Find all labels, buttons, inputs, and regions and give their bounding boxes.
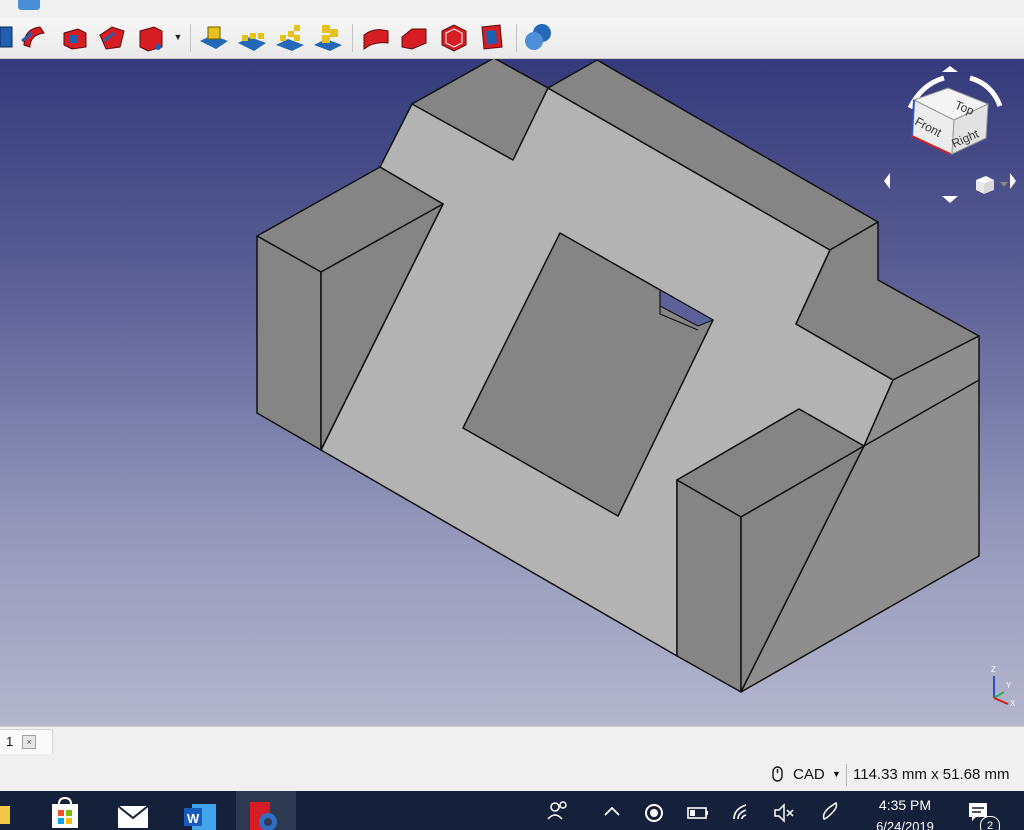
- mouse-icon: [772, 766, 783, 782]
- arrow-left-icon: [884, 173, 890, 189]
- lattice-tool-4-icon[interactable]: [312, 21, 344, 53]
- primitives-icon[interactable]: [136, 21, 168, 53]
- part-tool-partial-icon[interactable]: [0, 21, 18, 53]
- extrude-icon[interactable]: [58, 21, 90, 53]
- part-toolbar: ▼: [0, 18, 1024, 59]
- tab-label: 1: [6, 734, 14, 749]
- arrow-right-icon: [1010, 173, 1016, 189]
- window-icon: [18, 0, 40, 10]
- lattice-tool-2-icon[interactable]: [236, 21, 268, 53]
- axis-x-label: X: [1010, 699, 1016, 708]
- menu-bar-fragment: [0, 0, 1024, 18]
- revolve-icon[interactable]: [18, 21, 50, 53]
- arrow-up-icon: [942, 66, 958, 72]
- boolean-icon[interactable]: [522, 21, 554, 53]
- primitives-dropdown-icon[interactable]: ▼: [173, 32, 183, 42]
- status-bar: CAD ▼ 114.33 mm x 51.68 mm: [0, 757, 1024, 791]
- sweep-icon[interactable]: [96, 21, 128, 53]
- axis-z-label: Z: [991, 665, 996, 674]
- wifi-icon[interactable]: [730, 799, 754, 823]
- clock-date[interactable]: 6/24/2019: [868, 819, 942, 830]
- 3d-viewport[interactable]: Top Front Right z Z Y X: [0, 59, 1024, 726]
- people-icon[interactable]: [546, 799, 570, 823]
- offset-icon[interactable]: [438, 21, 470, 53]
- solid-model[interactable]: [0, 59, 1024, 726]
- right-block-front: [676, 479, 742, 693]
- left-block-front: [256, 235, 322, 451]
- dimensions-readout: 114.33 mm x 51.68 mm: [853, 766, 1010, 783]
- notification-count-badge: 2: [980, 816, 1000, 830]
- volume-muted-icon[interactable]: [772, 799, 796, 823]
- svg-text:z: z: [906, 97, 910, 106]
- freecad-icon[interactable]: [242, 794, 288, 830]
- fillet-icon[interactable]: [360, 21, 392, 53]
- record-icon[interactable]: [642, 799, 666, 823]
- clock-time[interactable]: 4:35 PM: [868, 797, 942, 813]
- document-tab-bar: 1 ×: [0, 726, 1024, 757]
- navigation-cube[interactable]: Top Front Right z: [880, 66, 1020, 211]
- chamfer-icon[interactable]: [398, 21, 430, 53]
- arrow-down-icon: [942, 196, 958, 203]
- axis-y-label: Y: [1006, 681, 1012, 690]
- chevron-up-icon[interactable]: [600, 799, 624, 823]
- thickness-icon[interactable]: [476, 21, 508, 53]
- mail-icon[interactable]: [110, 794, 156, 830]
- windows-taskbar: W 4:35 PM 6/24/2019 2: [0, 791, 1024, 830]
- store-icon[interactable]: [42, 794, 88, 830]
- close-icon[interactable]: ×: [22, 735, 36, 749]
- pen-icon[interactable]: [818, 799, 842, 823]
- svg-text:W: W: [187, 811, 200, 826]
- navigation-style-label[interactable]: CAD: [793, 766, 825, 783]
- tab-document-1[interactable]: 1 ×: [0, 729, 53, 754]
- view-menu-icon[interactable]: [976, 176, 1008, 194]
- chevron-down-icon[interactable]: ▼: [832, 769, 841, 779]
- lattice-tool-1-icon[interactable]: [198, 21, 230, 53]
- lattice-tool-3-icon[interactable]: [274, 21, 306, 53]
- word-icon[interactable]: W: [178, 794, 224, 830]
- axis-triad: Z Y X: [991, 665, 1016, 708]
- file-explorer-icon[interactable]: [0, 794, 12, 830]
- battery-icon[interactable]: [686, 799, 710, 823]
